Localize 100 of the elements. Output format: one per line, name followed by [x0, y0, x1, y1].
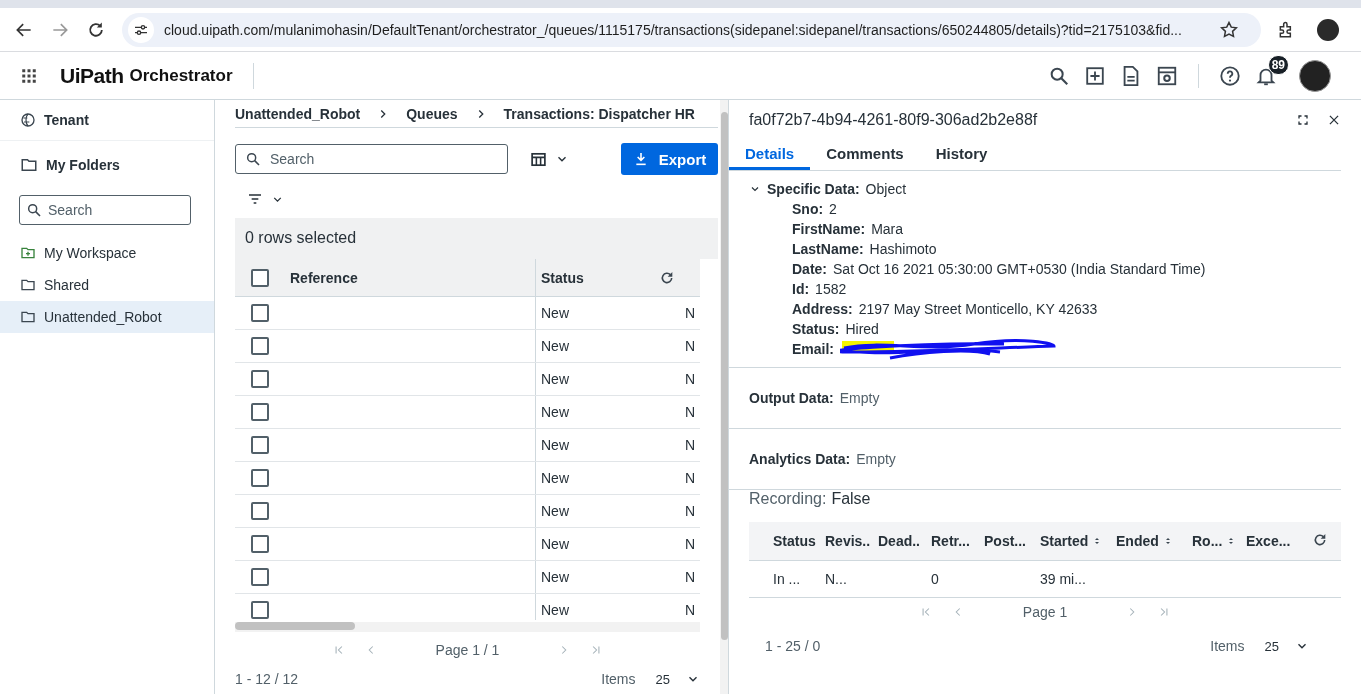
column-header[interactable]: Reference: [275, 269, 535, 286]
column-header[interactable]: Post...: [984, 533, 1026, 549]
url-text: cloud.uipath.com/mulanimohasin/DefaultTenant/orchestrator_/queues/1115175/transactions(sidepanel:sidepanel/transactions/650244805/details)?tid=2175103&fid...: [164, 21, 1183, 38]
row-checkbox[interactable]: [251, 304, 269, 323]
column-header[interactable]: Dead..: [878, 533, 920, 549]
uipath-logo: UiPath: [60, 63, 124, 88]
breadcrumb-current: Transactions: Dispatcher HR: [503, 105, 695, 122]
folder-search-field[interactable]: Search: [19, 195, 191, 225]
row-checkbox[interactable]: [251, 436, 269, 455]
folder-icon: [20, 277, 36, 293]
tab[interactable]: Details: [729, 140, 811, 170]
tab[interactable]: History: [919, 140, 1004, 170]
row-checkbox[interactable]: [251, 601, 269, 620]
transaction-id-title: fa0f72b7-4b94-4261-80f9-306ad2b2e88f: [749, 111, 1039, 129]
field-label: FirstName:: [792, 221, 866, 237]
workspace-folder-icon: [20, 245, 36, 261]
folder-item[interactable]: Unattended_Robot: [0, 301, 214, 333]
row-checkbox[interactable]: [251, 535, 269, 554]
field-value: 1582: [815, 281, 847, 297]
folder-icon: [20, 309, 36, 325]
table-cell-text: N: [685, 569, 697, 586]
table-cell-text: N: [685, 371, 697, 388]
table-cell: 0: [931, 571, 939, 587]
search-field[interactable]: Search: [235, 144, 508, 175]
status-cell: New: [541, 536, 569, 553]
table-cell-text: N: [685, 602, 697, 619]
row-checkbox[interactable]: [251, 403, 269, 422]
column-header[interactable]: Revis..: [825, 533, 871, 549]
field-label: Date:: [792, 261, 827, 277]
status-cell: New: [541, 569, 569, 586]
folders-heading: My Folders: [46, 157, 120, 173]
field-label: Id:: [792, 281, 810, 297]
column-header[interactable]: Ro...: [1192, 533, 1223, 549]
field-label: Analytics Data:: [749, 451, 851, 467]
field-label: Sno:: [792, 201, 824, 217]
breadcrumb-link[interactable]: Queues: [406, 105, 458, 122]
row-checkbox[interactable]: [251, 469, 269, 488]
export-button[interactable]: Export: [621, 143, 718, 176]
search-icon: [26, 202, 42, 218]
row-checkbox[interactable]: [251, 502, 269, 521]
column-header[interactable]: Started: [1040, 533, 1089, 549]
settings-window-icon[interactable]: [1156, 64, 1178, 87]
status-cell: New: [541, 338, 569, 355]
table-cell-text: N: [685, 437, 697, 454]
add-icon[interactable]: [1084, 64, 1106, 87]
field-value: 2197 May Street Monticello, KY 42633: [858, 301, 1098, 317]
row-checkbox[interactable]: [251, 337, 269, 356]
table-cell-text: N: [685, 338, 697, 355]
field-value: Empty: [839, 390, 880, 406]
range-text: 1 - 12 / 12: [235, 671, 299, 687]
row-checkbox[interactable]: [251, 568, 269, 587]
fullscreen-icon[interactable]: [1297, 114, 1309, 126]
table-cell-text: N: [685, 536, 697, 553]
field-label: Recording:: [749, 490, 827, 509]
tenant-link[interactable]: Tenant: [44, 112, 89, 128]
field-label: Address:: [792, 301, 853, 317]
column-header[interactable]: Ended: [1116, 533, 1159, 549]
apps-grid-icon[interactable]: [20, 66, 38, 85]
profile-avatar[interactable]: [1317, 18, 1339, 41]
close-icon[interactable]: [1327, 113, 1341, 127]
refresh-icon[interactable]: [1312, 531, 1328, 548]
range-text: 1 - 25 / 0: [765, 638, 821, 654]
status-cell: New: [541, 371, 569, 388]
column-header[interactable]: Status: [541, 269, 584, 286]
folder-item[interactable]: My Workspace: [0, 237, 214, 269]
user-avatar[interactable]: [1299, 59, 1331, 92]
vertical-scrollbar[interactable]: [720, 112, 728, 640]
page-indicator: Page 1 / 1: [435, 642, 500, 658]
horizontal-scrollbar[interactable]: [235, 622, 355, 631]
help-icon[interactable]: [1219, 64, 1241, 87]
field-value: Mara: [871, 221, 904, 237]
items-label: Items: [601, 671, 636, 687]
bookmark-star-icon[interactable]: [1219, 19, 1239, 40]
column-header[interactable]: Exce...: [1246, 533, 1291, 549]
items-label: Items: [1210, 638, 1245, 654]
items-per-page-select[interactable]: 25: [655, 671, 700, 687]
breadcrumb-link[interactable]: Unattended_Robot: [235, 105, 361, 122]
status-cell: New: [541, 602, 569, 619]
field-label: Specific Data:: [767, 181, 860, 197]
refresh-icon[interactable]: [659, 269, 675, 286]
folder-icon: [20, 156, 38, 174]
table-cell-text: N: [685, 305, 697, 322]
status-cell: New: [541, 305, 569, 322]
field-value: 2: [829, 201, 837, 217]
items-per-page-select[interactable]: 25: [1264, 638, 1309, 654]
table-cell-text: N: [685, 404, 697, 421]
tab[interactable]: Comments: [810, 140, 920, 170]
column-header[interactable]: Status: [773, 533, 816, 549]
field-value: Hashimoto: [869, 241, 937, 257]
field-label: LastName:: [792, 241, 864, 257]
row-checkbox[interactable]: [251, 370, 269, 389]
status-cell: New: [541, 503, 569, 520]
column-header[interactable]: Retr...: [931, 533, 970, 549]
status-cell: New: [541, 404, 569, 421]
address-bar[interactable]: cloud.uipath.com/mulanimohasin/DefaultTenant/orchestrator_/queues/1115175/transactions(sidepanel:sidepanel/transactions/650244805/details)?tid=2175103&fid...: [122, 12, 1261, 47]
folder-item[interactable]: Shared: [0, 269, 214, 301]
notification-count: 89: [1267, 54, 1289, 75]
select-all-checkbox[interactable]: [251, 268, 269, 287]
globe-icon[interactable]: [20, 112, 36, 128]
product-name: Orchestrator: [129, 65, 233, 86]
